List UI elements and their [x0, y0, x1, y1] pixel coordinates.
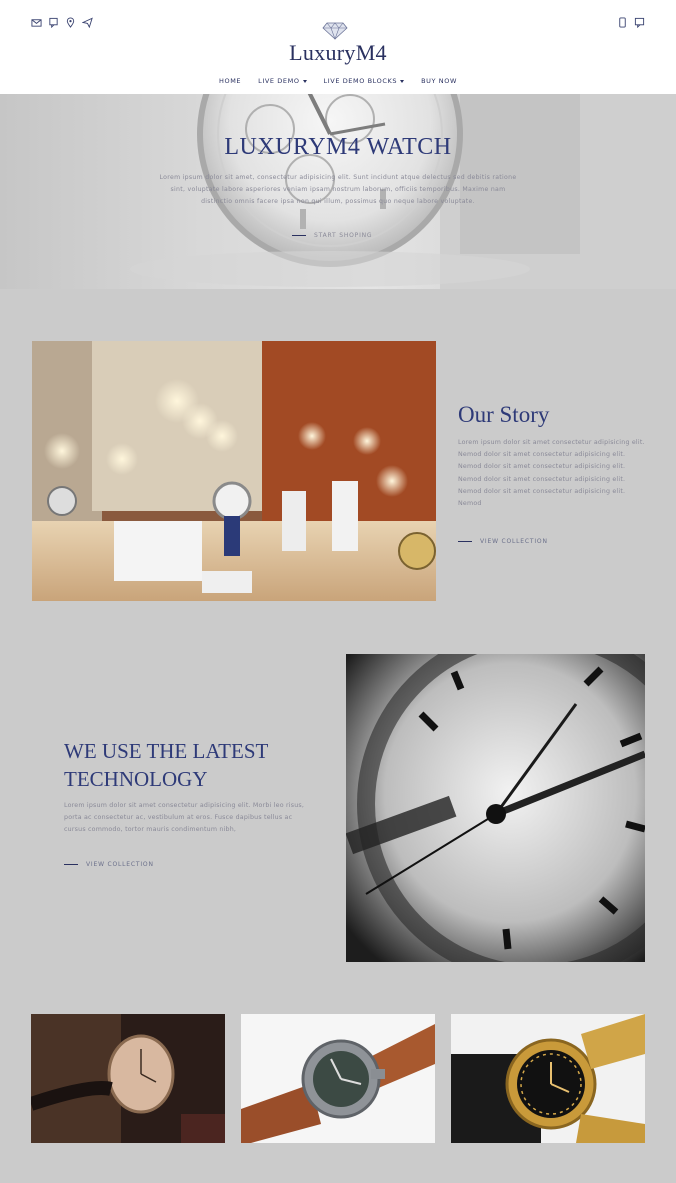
cta-line: [64, 863, 78, 866]
view-collection-link[interactable]: VIEW COLLECTION: [458, 538, 548, 545]
cta-line: [458, 540, 472, 543]
brand-logo[interactable]: LuxuryM4: [0, 40, 676, 66]
phone-icon[interactable]: [617, 17, 628, 28]
view-collection-link[interactable]: VIEW COLLECTION: [64, 861, 154, 868]
start-shopping-link[interactable]: START SHOPING: [292, 232, 372, 239]
mobile-icon[interactable]: [48, 17, 59, 28]
hero-banner: LUXURYM4 WATCH Lorem ipsum dolor sit ame…: [0, 94, 676, 289]
mail-icon[interactable]: [31, 17, 42, 28]
watch-dial-closeup-image: [346, 654, 645, 962]
nav-live-demo[interactable]: LIVE DEMO: [258, 77, 307, 85]
chevron-down-icon: [400, 79, 405, 83]
technology-description: Lorem ipsum dolor sit amet consectetur a…: [64, 802, 305, 834]
story-description: Lorem ipsum dolor sit amet consectetur a…: [458, 439, 645, 508]
chat-icon[interactable]: [634, 17, 645, 28]
gallery-image-leather-strap-watch[interactable]: [241, 1014, 435, 1143]
contact-icons: [31, 17, 93, 28]
nav-label: LIVE DEMO BLOCKS: [323, 77, 398, 85]
nav-label: LIVE DEMO: [258, 77, 300, 85]
story-title: Our Story: [458, 402, 550, 427]
site-header: LuxuryM4 HOME LIVE DEMO LIVE DEMO BLOCKS…: [0, 0, 676, 94]
nav-home[interactable]: HOME: [219, 77, 241, 85]
main-nav: HOME LIVE DEMO LIVE DEMO BLOCKS BUY NOW: [0, 77, 676, 85]
nav-live-demo-blocks[interactable]: LIVE DEMO BLOCKS: [324, 77, 405, 85]
chevron-down-icon: [302, 79, 307, 83]
hero-description: Lorem ipsum dolor sit amet, consectetur …: [159, 174, 517, 205]
cta-label: VIEW COLLECTION: [480, 538, 548, 545]
technology-title: WE USE THE LATEST TECHNOLOGY: [64, 739, 268, 791]
cta-label: VIEW COLLECTION: [86, 861, 154, 868]
store-display-image: [32, 341, 436, 601]
nav-label: HOME: [219, 77, 242, 85]
gallery-image-classic-watch[interactable]: [31, 1014, 225, 1143]
hero-title: LUXURYM4 WATCH: [224, 134, 452, 160]
utility-icons: [617, 17, 645, 28]
diamond-logo-icon: [322, 22, 348, 40]
gallery-image-gold-watch[interactable]: [451, 1014, 645, 1143]
nav-buy-now[interactable]: BUY NOW: [421, 77, 457, 85]
location-icon[interactable]: [65, 17, 76, 28]
cta-line: [292, 234, 306, 237]
nav-label: BUY NOW: [421, 77, 457, 85]
send-icon[interactable]: [82, 17, 93, 28]
cta-label: START SHOPING: [314, 232, 373, 239]
